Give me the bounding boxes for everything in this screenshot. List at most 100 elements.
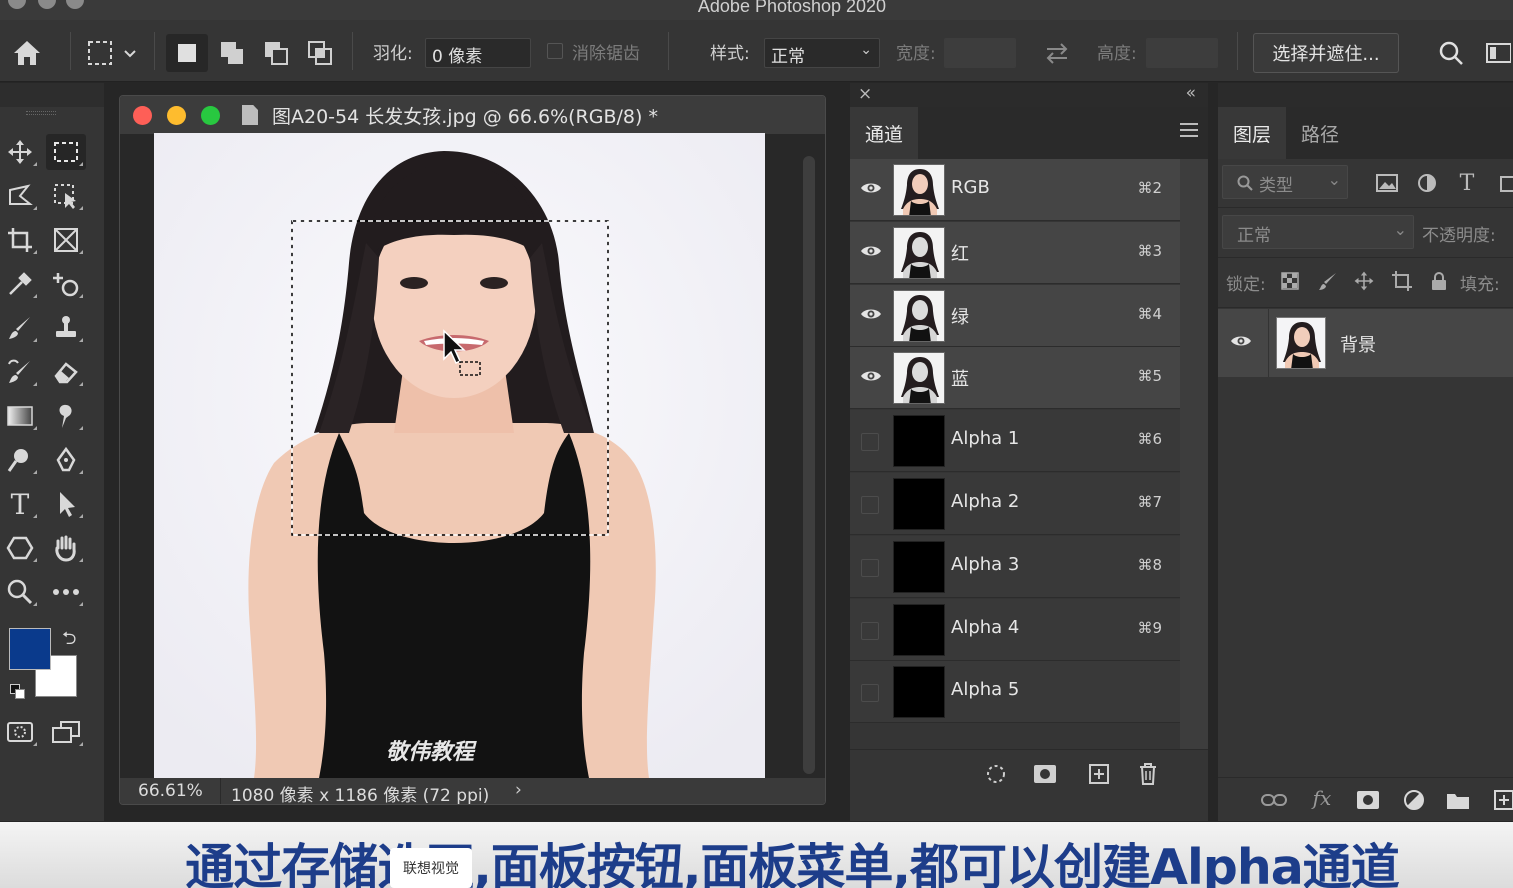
- layer-row-background[interactable]: 背景: [1218, 309, 1513, 377]
- dodge-tool-icon[interactable]: [0, 442, 40, 478]
- layer-filter-select[interactable]: 类型 ⌄: [1222, 165, 1348, 199]
- workspace-icon[interactable]: [1478, 34, 1513, 72]
- save-selection-as-channel-icon[interactable]: [1031, 760, 1059, 788]
- shape-tool-icon[interactable]: [0, 530, 40, 566]
- channel-row[interactable]: Alpha 3 ⌘8: [850, 535, 1180, 598]
- toolbar-grip[interactable]: [26, 111, 56, 115]
- image-canvas[interactable]: 敬伟教程: [154, 133, 765, 778]
- channel-visibility-eye-icon[interactable]: [860, 306, 882, 326]
- channel-row[interactable]: 绿 ⌘4: [850, 284, 1180, 347]
- select-and-mask-button[interactable]: 选择并遮住...: [1253, 33, 1399, 73]
- more-tools-icon[interactable]: [46, 574, 86, 610]
- clone-stamp-tool-icon[interactable]: [46, 310, 86, 346]
- default-colors-icon[interactable]: [10, 684, 26, 700]
- doc-minimize-button[interactable]: [167, 106, 186, 125]
- channel-row[interactable]: Alpha 2 ⌘7: [850, 473, 1180, 535]
- move-tool-icon[interactable]: [0, 134, 40, 170]
- channel-visibility-eye-icon[interactable]: [860, 243, 882, 263]
- add-layer-mask-icon[interactable]: [1354, 786, 1382, 814]
- crop-tool-icon[interactable]: [0, 222, 40, 258]
- hand-tool-icon[interactable]: [46, 530, 86, 566]
- feather-input[interactable]: 0 像素: [425, 38, 531, 68]
- layer-style-fx-icon[interactable]: fx: [1308, 784, 1336, 812]
- document-tab[interactable]: 图A20-54 长发女孩.jpg @ 66.6%(RGB/8) *: [120, 96, 825, 134]
- channel-visibility-toggle[interactable]: [861, 433, 879, 452]
- channel-row[interactable]: Alpha 1 ⌘6: [850, 410, 1180, 473]
- vertical-scrollbar[interactable]: [803, 156, 815, 774]
- lock-artboard-icon[interactable]: [1388, 267, 1416, 295]
- style-select[interactable]: 正常 ⌄: [764, 38, 880, 68]
- eyedropper-tool-icon[interactable]: [0, 266, 40, 302]
- foreground-color-swatch[interactable]: [9, 628, 51, 670]
- object-selection-tool-icon[interactable]: [46, 178, 86, 214]
- screen-mode-icon[interactable]: [46, 714, 86, 750]
- filter-shape-layers-icon[interactable]: [1493, 169, 1513, 197]
- layer-visibility-eye-icon[interactable]: [1230, 333, 1252, 353]
- tab-layers[interactable]: 图层: [1218, 107, 1287, 159]
- smudge-tool-icon[interactable]: [46, 398, 86, 434]
- lasso-tool-icon[interactable]: [0, 178, 40, 214]
- subtract-from-selection-icon[interactable]: [255, 34, 297, 72]
- quick-mask-icon[interactable]: [0, 714, 40, 750]
- frame-tool-icon[interactable]: [46, 222, 86, 258]
- link-layers-icon[interactable]: [1260, 786, 1288, 814]
- new-group-folder-icon[interactable]: [1444, 786, 1472, 814]
- marquee-tool-preset-picker[interactable]: [80, 34, 142, 72]
- zoom-level[interactable]: 66.61%: [138, 781, 203, 801]
- doc-close-button[interactable]: [133, 106, 152, 125]
- swap-colors-icon[interactable]: ⮌: [62, 626, 76, 656]
- tab-channels[interactable]: 通道: [850, 107, 919, 159]
- new-selection-icon[interactable]: [166, 34, 208, 72]
- blend-mode-select[interactable]: 正常 ⌄: [1222, 215, 1414, 249]
- channel-visibility-eye-icon[interactable]: [860, 368, 882, 388]
- gradient-tool-icon[interactable]: [0, 398, 40, 434]
- history-brush-tool-icon[interactable]: [0, 354, 40, 390]
- intersect-selection-icon[interactable]: [299, 34, 341, 72]
- channel-name: Alpha 2: [951, 491, 1020, 512]
- channel-visibility-toggle[interactable]: [861, 684, 879, 703]
- channel-visibility-toggle[interactable]: [861, 496, 879, 514]
- type-tool-icon[interactable]: T: [0, 486, 40, 522]
- eraser-tool-icon[interactable]: [46, 354, 86, 390]
- doc-zoom-button[interactable]: [201, 106, 220, 125]
- tab-paths[interactable]: 路径: [1286, 107, 1354, 159]
- channel-row[interactable]: Alpha 5: [850, 661, 1180, 724]
- new-adjustment-layer-icon[interactable]: [1400, 786, 1428, 814]
- filter-type-layers-icon[interactable]: T: [1453, 169, 1481, 197]
- width-input[interactable]: [944, 38, 1016, 68]
- add-to-selection-icon[interactable]: [211, 34, 253, 72]
- height-input[interactable]: [1146, 38, 1218, 68]
- search-icon[interactable]: [1430, 34, 1472, 72]
- lock-image-pixels-icon[interactable]: [1314, 267, 1342, 295]
- new-channel-icon[interactable]: [1085, 760, 1113, 788]
- channel-list-scrollbar[interactable]: [1180, 159, 1208, 749]
- pen-tool-icon[interactable]: [46, 442, 86, 478]
- channel-visibility-toggle[interactable]: [861, 621, 879, 640]
- chevron-right-icon[interactable]: ›: [515, 780, 522, 800]
- new-layer-icon[interactable]: [1490, 786, 1513, 814]
- close-panel-icon[interactable]: ×: [858, 84, 872, 104]
- collapse-panel-icon[interactable]: «: [1186, 83, 1196, 103]
- trash-icon[interactable]: [1134, 760, 1162, 788]
- lock-all-icon[interactable]: [1425, 267, 1453, 295]
- zoom-tool-icon[interactable]: [0, 574, 40, 610]
- lock-transparent-pixels-icon[interactable]: [1276, 267, 1304, 295]
- filter-pixel-layers-icon[interactable]: [1373, 169, 1401, 197]
- swap-width-height-icon[interactable]: [1036, 34, 1078, 72]
- channel-visibility-eye-icon[interactable]: [860, 180, 882, 200]
- channel-row[interactable]: 蓝 ⌘5: [850, 347, 1180, 410]
- channel-row[interactable]: 红 ⌘3: [850, 221, 1180, 284]
- load-channel-as-selection-icon[interactable]: [982, 760, 1010, 788]
- brush-tool-icon[interactable]: [0, 310, 40, 346]
- antialias-checkbox[interactable]: [547, 43, 563, 59]
- lock-position-icon[interactable]: [1350, 267, 1378, 295]
- panel-menu-icon[interactable]: [1180, 123, 1198, 137]
- spot-healing-brush-icon[interactable]: [46, 266, 86, 302]
- filter-adjustment-layers-icon[interactable]: [1413, 169, 1441, 197]
- rectangular-marquee-tool-icon[interactable]: [46, 134, 86, 170]
- channel-row[interactable]: Alpha 4 ⌘9: [850, 598, 1180, 661]
- path-selection-tool-icon[interactable]: [46, 486, 86, 522]
- channel-visibility-toggle[interactable]: [861, 558, 879, 577]
- channel-row[interactable]: RGB ⌘2: [850, 159, 1180, 221]
- home-icon[interactable]: [6, 34, 48, 72]
